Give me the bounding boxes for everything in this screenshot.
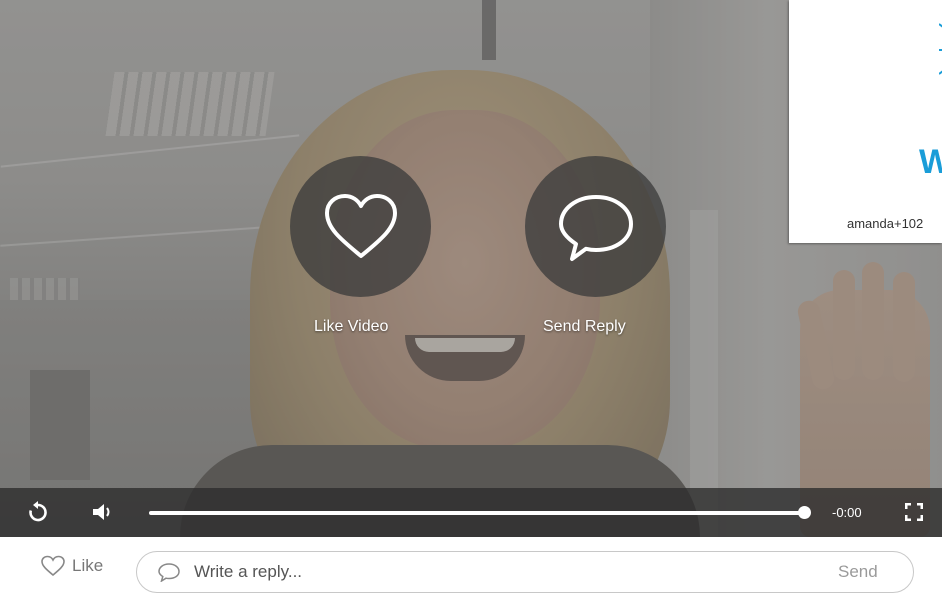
replay-button[interactable]	[24, 498, 52, 526]
volume-icon	[93, 504, 110, 520]
heart-icon	[324, 193, 397, 258]
like-video-button[interactable]	[290, 156, 431, 297]
like-label: Like	[72, 556, 104, 575]
speech-bubble-icon	[558, 194, 633, 261]
heart-outline-icon	[41, 555, 65, 577]
like-button[interactable]: Like	[40, 555, 103, 577]
comment-icon	[158, 563, 180, 582]
send-button[interactable]: Send	[838, 562, 878, 582]
self-view-preview: W amanda+102	[789, 0, 942, 243]
send-reply-label: Send Reply	[543, 318, 626, 335]
send-reply-button[interactable]	[525, 156, 666, 297]
progress-handle[interactable]	[798, 506, 811, 519]
like-video-label: Like Video	[314, 318, 389, 335]
fullscreen-icon	[905, 503, 923, 521]
replay-icon	[29, 501, 47, 522]
progress-bar[interactable]	[149, 511, 805, 515]
inset-heading-partial: W	[919, 143, 942, 181]
volume-button[interactable]	[88, 498, 116, 526]
reply-input[interactable]	[194, 559, 794, 585]
time-remaining: -0:00	[832, 505, 862, 520]
inset-caption: amanda+102	[847, 216, 924, 231]
fullscreen-button[interactable]	[900, 498, 928, 526]
